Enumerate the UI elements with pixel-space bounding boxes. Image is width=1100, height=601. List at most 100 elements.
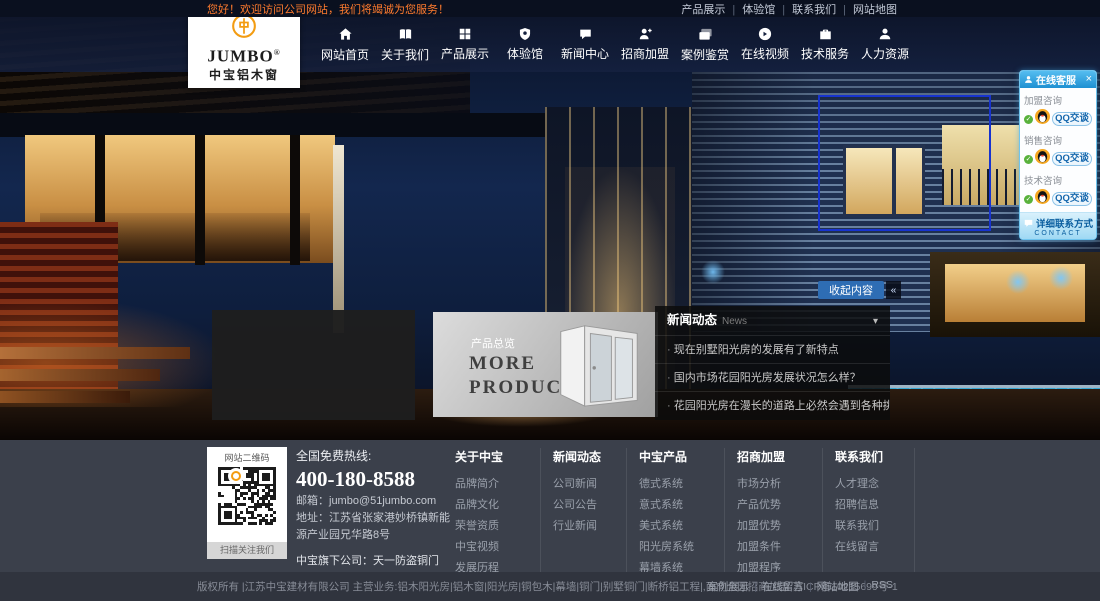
- topbar-link-contact[interactable]: 联系我们: [775, 1, 836, 17]
- qr-caption: 扫描关注我们: [207, 542, 287, 559]
- briefcase-icon: [818, 27, 833, 41]
- footer-link[interactable]: 品牌简介: [455, 474, 540, 495]
- user-plus-icon: [638, 27, 653, 41]
- site-footer: 网站二维码 扫描关注我们 全国免费热线: 400-180-8588 邮箱：jum…: [0, 440, 1100, 572]
- footer-link[interactable]: 公司公告: [553, 495, 626, 516]
- service-person-icon: [1024, 71, 1033, 89]
- news-title: 新闻动态: [667, 306, 717, 335]
- hero-post-art: [290, 135, 300, 265]
- qr-box: 网站二维码 扫描关注我们: [207, 447, 287, 559]
- close-icon[interactable]: ×: [1086, 74, 1092, 85]
- footer-link[interactable]: 德式系统: [639, 474, 724, 495]
- bottom-link-cases[interactable]: 案例展示: [707, 579, 749, 594]
- email-line: 邮箱：jumbo@51jumbo.com: [296, 493, 458, 510]
- contact-details-sub: CONTACT: [1022, 230, 1094, 237]
- contact-block: 全国免费热线: 400-180-8588 邮箱：jumbo@51jumbo.co…: [296, 448, 458, 570]
- logo[interactable]: JUMBO® 中宝铝木窗: [188, 8, 300, 88]
- footer-link[interactable]: 市场分析: [737, 474, 822, 495]
- chevron-down-icon[interactable]: ▾: [873, 307, 878, 336]
- bottom-link-message[interactable]: 在线留言: [749, 579, 804, 594]
- logo-reg-mark: ®: [274, 48, 281, 57]
- nav-label: 产品展示: [441, 45, 489, 62]
- footer-col-title: 中宝产品: [639, 448, 724, 465]
- qq-group-label: 技术咨询: [1024, 173, 1092, 187]
- footer-link[interactable]: 品牌文化: [455, 495, 540, 516]
- nav-label: 案例鉴赏: [681, 46, 729, 63]
- welcome-message: 您好！欢迎访问公司网站，我们将竭诚为您服务！: [207, 1, 449, 17]
- contact-details-button[interactable]: 详细联系方式 CONTACT: [1020, 212, 1096, 239]
- news-item[interactable]: 国内市场花园阳光房发展状况怎么样？: [655, 363, 890, 391]
- nav-item-tech[interactable]: 技术服务: [795, 17, 855, 72]
- footer-link[interactable]: 行业新闻: [553, 516, 626, 537]
- bottom-link-rss[interactable]: RSS: [859, 579, 893, 594]
- topbar-links: 产品展示 体验馆 联系我们 网站地图: [681, 1, 897, 17]
- nav-item-experience[interactable]: 体验馆: [495, 17, 555, 72]
- more-products-card[interactable]: 产品总览 MORE PRODUCTS: [433, 312, 658, 417]
- hero-blue-light: [700, 259, 726, 285]
- footer-link[interactable]: 中宝视频: [455, 537, 540, 558]
- news-subtitle: News: [722, 307, 747, 336]
- collapse-content-button[interactable]: 收起内容: [818, 281, 884, 299]
- footer-link[interactable]: 荣誉资质: [455, 516, 540, 537]
- hotline-label: 全国免费热线:: [296, 448, 458, 465]
- news-item[interactable]: 现在别墅阳光房的发展有了新特点: [655, 335, 890, 363]
- footer-link[interactable]: 人才理念: [835, 474, 914, 495]
- online-service-header: 在线客服 ×: [1020, 71, 1096, 88]
- news-header: 新闻动态 News ▾: [655, 306, 890, 335]
- footer-col-title: 招商加盟: [737, 448, 822, 465]
- online-status-icon: ✓: [1024, 195, 1033, 204]
- hero-pillar-art: [333, 145, 344, 333]
- qq-chat-button[interactable]: QQ交谈: [1052, 112, 1092, 126]
- product-dark-card[interactable]: [212, 310, 415, 420]
- nav-item-about[interactable]: 关于我们: [375, 17, 435, 72]
- nav-label: 关于我们: [381, 46, 429, 63]
- logo-subtitle: 中宝铝木窗: [209, 66, 279, 83]
- online-service-body: 加盟咨询 ✓ QQ交谈 销售咨询 ✓ QQ交谈 技术咨询 ✓ QQ交谈: [1020, 88, 1096, 212]
- qq-row: ✓ QQ交谈: [1024, 189, 1092, 209]
- collapse-arrow-icon[interactable]: «: [886, 281, 901, 299]
- footer-link[interactable]: 加盟优势: [737, 516, 822, 537]
- topbar-link-sitemap[interactable]: 网站地图: [836, 1, 897, 17]
- subsidiary-line: 中宝旗下公司：天一防盗铜门: [296, 553, 458, 570]
- nav-item-cases[interactable]: 案例鉴赏: [675, 17, 735, 72]
- footer-link[interactable]: 产品优势: [737, 495, 822, 516]
- online-service-title: 在线客服: [1036, 72, 1076, 87]
- qq-chat-button[interactable]: QQ交谈: [1052, 192, 1092, 206]
- top-bar: 您好！欢迎访问公司网站，我们将竭诚为您服务！ 产品展示 体验馆 联系我们 网站地…: [0, 0, 1100, 17]
- hero-step-art: [0, 347, 190, 359]
- hero-annotation-box: [818, 95, 991, 231]
- footer-link[interactable]: 在线留言: [835, 537, 914, 558]
- hero-blue-light: [1048, 265, 1074, 291]
- grid-icon: [458, 27, 472, 41]
- nav-item-home[interactable]: 网站首页: [315, 17, 375, 72]
- news-panel: 新闻动态 News ▾ 现在别墅阳光房的发展有了新特点 国内市场花园阳光房发展状…: [655, 306, 890, 420]
- nav-item-news[interactable]: 新闻中心: [555, 17, 615, 72]
- nav-item-join[interactable]: 招商加盟: [615, 17, 675, 72]
- hero-step-art: [0, 391, 130, 403]
- topbar-link-experience[interactable]: 体验馆: [725, 1, 775, 17]
- news-item[interactable]: 花园阳光房在漫长的道路上必然会遇到各种挑战: [655, 391, 890, 419]
- nav-item-video[interactable]: 在线视频: [735, 17, 795, 72]
- chat-icon: [578, 27, 593, 41]
- nav-item-products[interactable]: 产品展示: [435, 17, 495, 72]
- footer-link[interactable]: 阳光房系统: [639, 537, 724, 558]
- qr-code: [218, 467, 276, 525]
- topbar-link-products[interactable]: 产品展示: [681, 1, 725, 17]
- nav-item-hr[interactable]: 人力资源: [855, 17, 915, 72]
- footer-link[interactable]: 美式系统: [639, 516, 724, 537]
- footer-link[interactable]: 联系我们: [835, 516, 914, 537]
- bottom-link-sitemap[interactable]: 网站地图: [804, 579, 859, 594]
- footer-link[interactable]: 意式系统: [639, 495, 724, 516]
- qr-logo-icon: [228, 468, 244, 484]
- qq-row: ✓ QQ交谈: [1024, 109, 1092, 129]
- book-icon: [398, 27, 413, 42]
- bottom-links: 案例展示 在线留言 网站地图 RSS: [707, 579, 893, 594]
- qq-chat-button[interactable]: QQ交谈: [1052, 152, 1092, 166]
- logo-emblem-icon: [231, 13, 257, 44]
- footer-link[interactable]: 加盟条件: [737, 537, 822, 558]
- main-navbar: 网站首页 关于我们 产品展示 体验馆 新闻中心 招商加盟: [0, 17, 1100, 72]
- online-status-icon: ✓: [1024, 115, 1033, 124]
- address-line: 地址：江苏省张家港妙桥镇新能源产业园兄华路8号: [296, 510, 458, 544]
- footer-link[interactable]: 公司新闻: [553, 474, 626, 495]
- footer-link[interactable]: 招聘信息: [835, 495, 914, 516]
